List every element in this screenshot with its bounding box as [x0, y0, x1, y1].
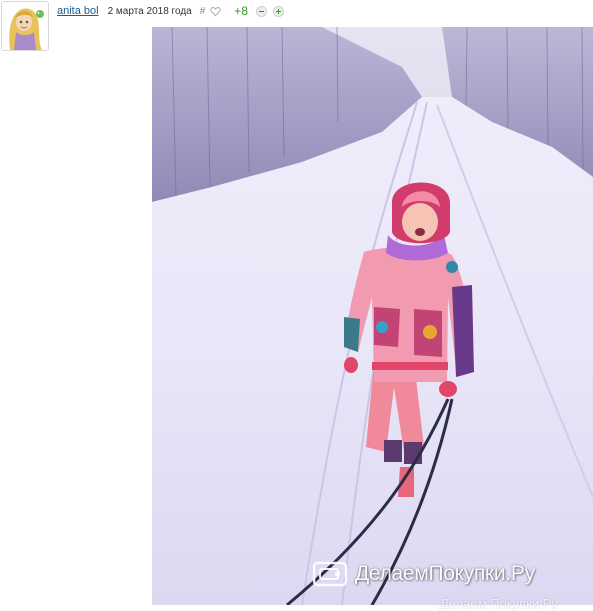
author-link[interactable]: anita bol	[57, 5, 99, 17]
winter-forest-photo	[152, 27, 593, 605]
post-photo[interactable]	[152, 27, 593, 605]
watermark-text: ДелаемПокупки.Ру	[355, 562, 535, 585]
heart-outline-icon[interactable]	[210, 6, 221, 17]
permalink-hash[interactable]: #	[200, 6, 206, 17]
rating-value: +8	[234, 4, 248, 18]
vote-up-button[interactable]	[272, 5, 284, 17]
plus-icon-vertical	[277, 8, 279, 14]
watermark: ДелаемПокупки.Ру	[313, 561, 535, 587]
watermark-text-partial: Делаем Покупки.Ру	[440, 596, 558, 611]
minus-icon	[258, 10, 264, 12]
wallet-icon	[313, 561, 347, 587]
post-date: 2 марта 2018 года	[107, 5, 192, 17]
vote-down-button[interactable]	[255, 5, 267, 17]
avatar-rapunzel-image	[2, 2, 48, 50]
avatar[interactable]	[1, 1, 49, 51]
post-meta: anita bol 2 марта 2018 года # +8	[57, 3, 284, 19]
